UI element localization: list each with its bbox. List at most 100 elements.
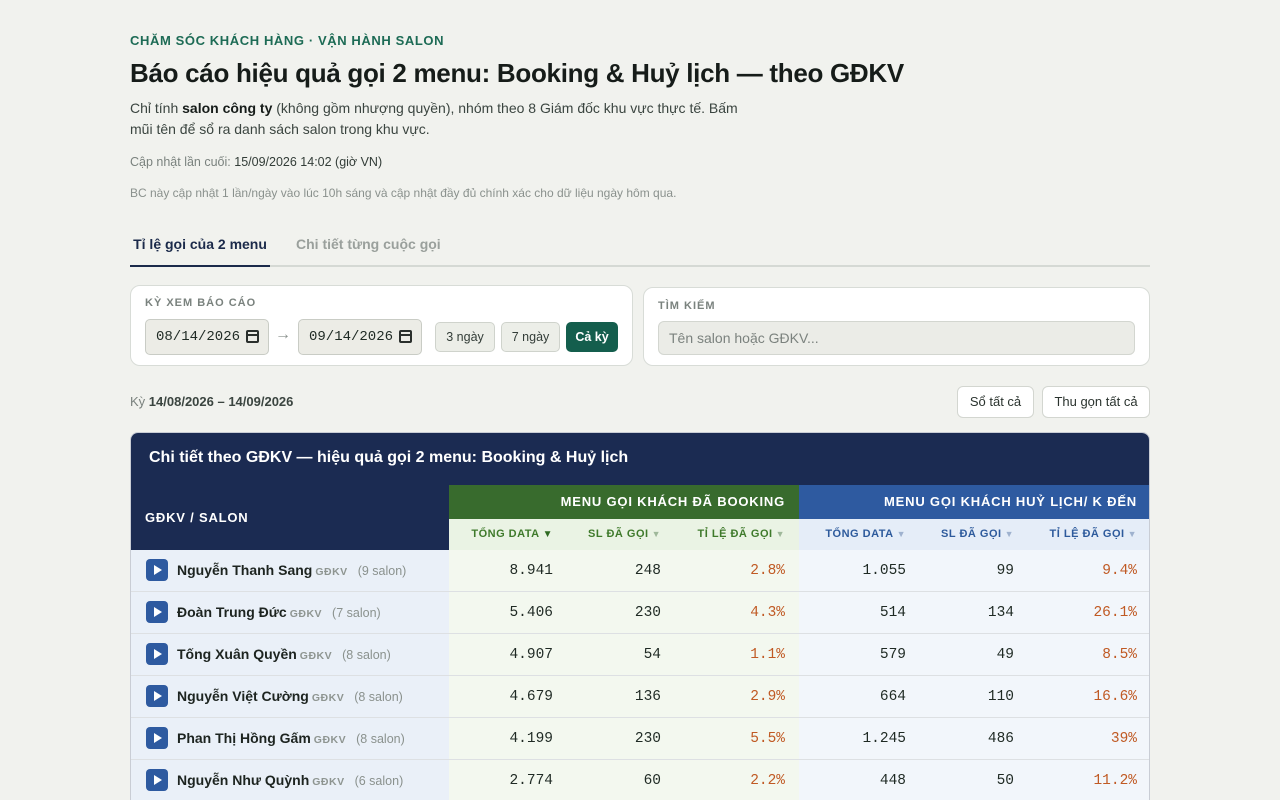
table-row: Đoàn Trung Đức GĐKV (7 salon) 5.406 230 4.3% 5… [131, 592, 1149, 634]
gdkv-tag: GĐKV [311, 692, 345, 704]
cell-b-rate: 1.1% [675, 634, 799, 675]
expand-arrow-icon[interactable] [146, 559, 168, 581]
gdkv-tag: GĐKV [299, 650, 333, 662]
salon-count: (9 salon) [357, 564, 407, 578]
cell-b-rate: 4.3% [675, 592, 799, 633]
salon-count: (6 salon) [354, 774, 404, 788]
cell-b-total: 4.907 [449, 634, 567, 675]
cell-b-total: 5.406 [449, 592, 567, 633]
period-filter-card: KỲ XEM BÁO CÁO 08/14/2026 → 09/14/2026 3… [130, 285, 633, 366]
col-header-booking-total[interactable]: TỔNG DATA ▼ [449, 519, 567, 550]
cell-b-rate: 2.8% [675, 550, 799, 591]
table-row: Nguyễn Việt Cường GĐKV (8 salon) 4.679 136 2.… [131, 676, 1149, 718]
updated-label: Cập nhật lần cuối: [130, 155, 235, 169]
quick-7-days-button[interactable]: 7 ngày [501, 322, 560, 352]
table-row: Nguyễn Như Quỳnh GĐKV (6 salon) 2.774 60 2.2%… [131, 760, 1149, 800]
cell-c-rate: 39% [1028, 718, 1149, 759]
col-label: TỈ LỆ ĐÃ GỌI [697, 528, 773, 540]
col-header-name: GĐKV / SALON [131, 485, 449, 550]
gdkv-name-line: Nguyễn Thanh Sang GĐKV (9 salon) [177, 562, 406, 580]
gdkv-name: Đoàn Trung Đức [177, 604, 287, 620]
gdkv-name-line: Nguyễn Như Quỳnh GĐKV (6 salon) [177, 772, 403, 790]
cell-c-total: 1.245 [799, 718, 920, 759]
cell-c-rate: 8.5% [1028, 634, 1149, 675]
quick-3-days-button[interactable]: 3 ngày [435, 322, 495, 352]
cell-c-rate: 26.1% [1028, 592, 1149, 633]
cell-c-total: 1.055 [799, 550, 920, 591]
cell-c-total: 664 [799, 676, 920, 717]
cell-b-called: 136 [567, 676, 675, 717]
col-header-cancel-total[interactable]: TỔNG DATA ▼ [799, 519, 920, 550]
period-prefix: Kỳ [130, 394, 149, 409]
cell-c-called: 49 [920, 634, 1028, 675]
cell-c-rate: 11.2% [1028, 760, 1149, 800]
report-table: Chi tiết theo GĐKV — hiệu quả gọi 2 menu… [130, 432, 1150, 800]
col-header-cancel-called[interactable]: SL ĐÃ GỌI ▼ [920, 519, 1028, 550]
table-row: Tống Xuân Quyền GĐKV (8 salon) 4.907 54 1.1% 5… [131, 634, 1149, 676]
col-label: SL ĐÃ GỌI [588, 528, 649, 540]
gdkv-name-line: Tống Xuân Quyền GĐKV (8 salon) [177, 646, 391, 664]
cell-c-called: 110 [920, 676, 1028, 717]
gdkv-name: Tống Xuân Quyền [177, 646, 297, 662]
table-row: Phan Thị Hồng Gấm GĐKV (8 salon) 4.199 230 5.… [131, 718, 1149, 760]
page-description: Chỉ tính salon công ty (không gồm nhượng… [130, 98, 750, 140]
col-header-booking-called[interactable]: SL ĐÃ GỌI ▼ [567, 519, 675, 550]
gdkv-cell: Đoàn Trung Đức GĐKV (7 salon) [131, 592, 449, 633]
expand-arrow-icon[interactable] [146, 601, 168, 623]
col-label: TỔNG DATA [471, 528, 540, 540]
cell-c-total: 514 [799, 592, 920, 633]
period-summary: Kỳ 14/08/2026 – 14/09/2026 [130, 394, 293, 409]
search-input[interactable]: Tên salon hoặc GĐKV... [658, 321, 1135, 355]
salon-count: (8 salon) [356, 732, 405, 746]
cell-b-called: 230 [567, 592, 675, 633]
expand-arrow-icon[interactable] [146, 643, 168, 665]
arrow-right-icon: → [275, 326, 291, 343]
tab-bar: Tỉ lệ gọi của 2 menu Chi tiết từng cuộc … [130, 224, 1150, 267]
expand-arrow-icon[interactable] [146, 727, 168, 749]
desc-prefix: Chỉ tính [130, 100, 183, 116]
gdkv-cell: Nguyễn Việt Cường GĐKV (8 salon) [131, 676, 449, 717]
sort-icon: ▼ [896, 529, 906, 539]
calendar-icon[interactable] [246, 330, 259, 343]
desc-bold: salon công ty [182, 100, 273, 116]
gdkv-tag: GĐKV [313, 734, 347, 746]
expand-all-button[interactable]: Sổ tất cả [957, 386, 1034, 418]
cell-c-rate: 9.4% [1028, 550, 1149, 591]
salon-count: (8 salon) [354, 690, 403, 704]
quick-full-period-button[interactable]: Cả kỳ [566, 322, 618, 352]
col-label: SL ĐÃ GỌI [941, 528, 1002, 540]
tab-call-details[interactable]: Chi tiết từng cuộc gọi [296, 224, 441, 267]
search-label: TÌM KIẾM [658, 300, 716, 312]
gdkv-cell: Tống Xuân Quyền GĐKV (8 salon) [131, 634, 449, 675]
cell-b-total: 4.679 [449, 676, 567, 717]
cell-b-called: 230 [567, 718, 675, 759]
sort-icon: ▼ [1004, 529, 1014, 539]
expand-arrow-icon[interactable] [146, 769, 168, 791]
gdkv-name-line: Phan Thị Hồng Gấm GĐKV (8 salon) [177, 730, 405, 748]
date-from-input[interactable]: 08/14/2026 [145, 319, 269, 355]
last-updated: Cập nhật lần cuối: 15/09/2026 14:02 (giờ… [130, 155, 382, 169]
sort-desc-icon: ▼ [542, 529, 553, 540]
calendar-icon[interactable] [399, 330, 412, 343]
collapse-all-button[interactable]: Thu gọn tất cả [1042, 386, 1150, 418]
col-header-booking-rate[interactable]: TỈ LỆ ĐÃ GỌI ▼ [675, 519, 799, 550]
cell-b-total: 8.941 [449, 550, 567, 591]
search-card: TÌM KIẾM Tên salon hoặc GĐKV... [643, 287, 1150, 366]
period-label: KỲ XEM BÁO CÁO [145, 297, 257, 309]
cell-b-total: 2.774 [449, 760, 567, 800]
table-title: Chi tiết theo GĐKV — hiệu quả gọi 2 menu… [131, 433, 1149, 485]
cell-b-total: 4.199 [449, 718, 567, 759]
gdkv-name: Phan Thị Hồng Gấm [177, 730, 311, 746]
col-header-cancel-rate[interactable]: TỈ LỆ ĐÃ GỌI ▼ [1028, 519, 1149, 550]
expand-arrow-icon[interactable] [146, 685, 168, 707]
gdkv-name-line: Đoàn Trung Đức GĐKV (7 salon) [177, 604, 381, 622]
date-from-value: 08/14/2026 [156, 329, 241, 345]
sort-icon: ▼ [1127, 529, 1137, 539]
cell-b-rate: 2.9% [675, 676, 799, 717]
tab-call-rate[interactable]: Tỉ lệ gọi của 2 menu [130, 224, 270, 267]
salon-count: (8 salon) [342, 648, 391, 662]
gdkv-name-line: Nguyễn Việt Cường GĐKV (8 salon) [177, 688, 403, 706]
date-to-input[interactable]: 09/14/2026 [298, 319, 422, 355]
gdkv-name: Nguyễn Thanh Sang [177, 562, 313, 578]
cell-c-called: 50 [920, 760, 1028, 800]
